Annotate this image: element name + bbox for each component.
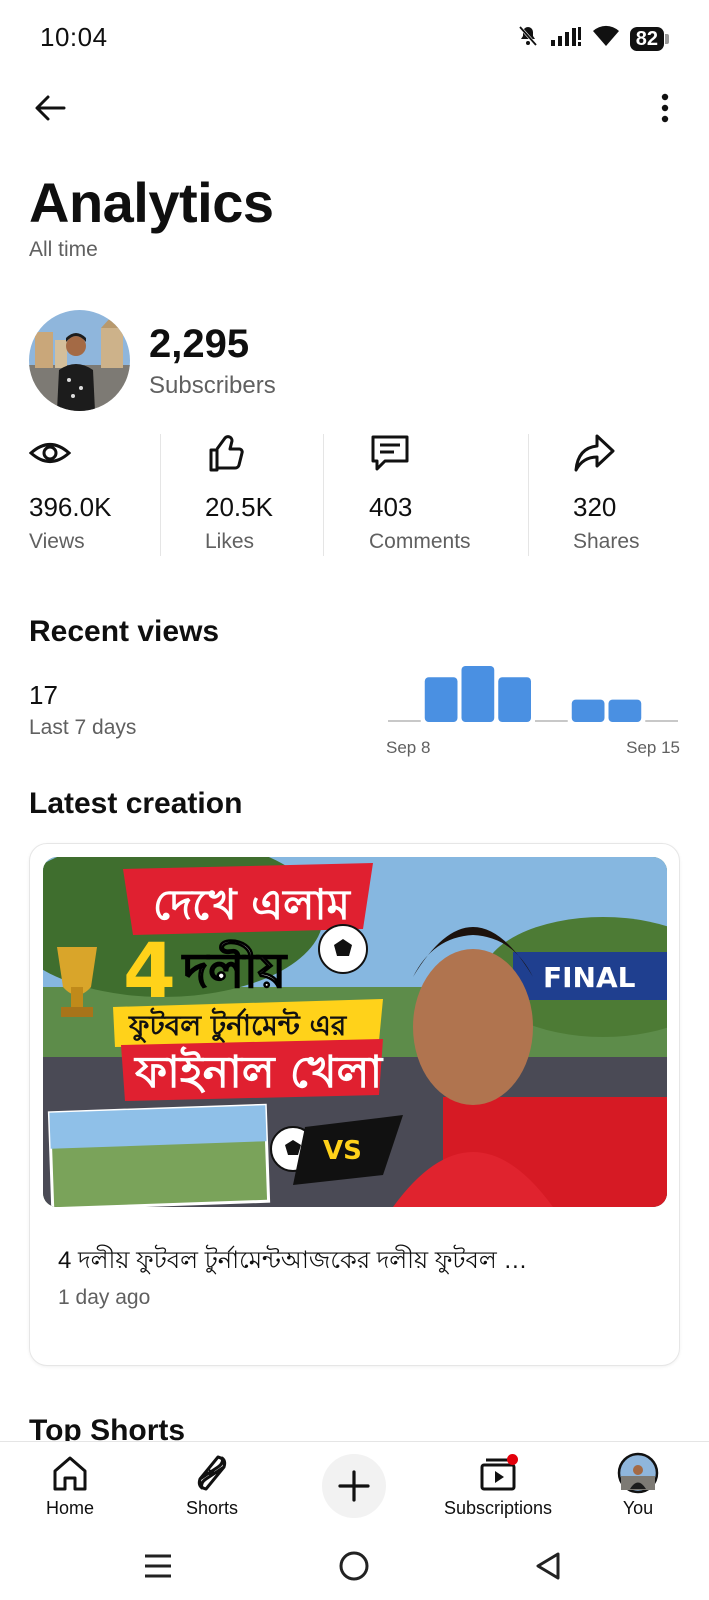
triangle-back-icon [536, 1552, 560, 1580]
more-vert-icon [661, 93, 669, 123]
profile-avatar-icon [617, 1452, 659, 1494]
chart-x-tick-end: Sep 15 [626, 738, 680, 757]
nav-shorts[interactable]: Shorts [166, 1442, 258, 1530]
recents-button[interactable] [134, 1542, 182, 1590]
thumb-final-banner: FINAL [543, 961, 636, 994]
back-system-button[interactable] [524, 1542, 572, 1590]
channel-avatar[interactable] [29, 310, 130, 411]
arrow-left-icon [35, 95, 66, 121]
battery-level: 82 [629, 26, 664, 51]
subscriber-label: Subscribers [149, 372, 276, 399]
chart-baseline-segment [388, 720, 421, 722]
thumb-line1: দেখে এলাম [153, 880, 352, 929]
video-thumbnail[interactable]: FINAL দেখে এলাম 4 দলীয় ফুটবল টুর্নামেন্… [43, 857, 667, 1207]
thumb-vs: VS [323, 1136, 362, 1166]
status-time: 10:04 [40, 22, 108, 52]
recent-views-title: Recent views [29, 615, 220, 648]
latest-video-card[interactable]: FINAL দেখে এলাম 4 দলীয় ফুটবল টুর্নামেন্… [29, 843, 680, 1366]
shorts-icon [197, 1455, 227, 1491]
chart-bar-sep-11 [498, 677, 531, 722]
stats-row: 396.0K Views 20.5K Likes 403 Comments 32… [0, 430, 709, 560]
thumb-line3: ফুটবল টুর্নামেন্ট এর [128, 1007, 348, 1043]
home-icon [53, 1456, 87, 1491]
back-button[interactable] [26, 84, 74, 132]
create-button[interactable] [322, 1454, 386, 1518]
status-icons: 82 [516, 24, 669, 53]
menu-lines-icon [145, 1554, 171, 1578]
circle-home-icon [339, 1551, 369, 1581]
nav-you[interactable]: You [592, 1442, 684, 1530]
nav-shorts-label: Shorts [185, 1498, 239, 1518]
share-icon [574, 434, 615, 472]
thumb-line4: ফাইনাল খেলা [133, 1046, 384, 1098]
thumbs-up-icon [209, 435, 244, 472]
bottom-navigation: Home Shorts Subscriptions You [0, 1441, 709, 1529]
chart-baseline-segment [535, 720, 568, 722]
divider [160, 434, 161, 556]
video-age: 1 day ago [58, 1286, 151, 1309]
chart-bar-sep-14 [608, 699, 642, 722]
subscriber-count: 2,295 [149, 322, 250, 366]
comments-value: 403 [369, 492, 413, 522]
battery-icon: 82 [629, 26, 669, 51]
plus-icon [338, 1470, 370, 1502]
signal-icon [550, 25, 582, 52]
period-label: All time [29, 238, 98, 261]
page-title: Analytics [29, 171, 274, 234]
recent-views-count: 17 [29, 680, 58, 710]
shares-label: Shares [573, 530, 640, 553]
recent-views-period: Last 7 days [29, 716, 137, 739]
comments-label: Comments [369, 530, 471, 553]
system-navigation-bar [0, 1530, 709, 1600]
wifi-icon [592, 25, 620, 52]
latest-creation-title: Latest creation [29, 787, 243, 820]
thumb-line2-num: 4 [123, 926, 176, 1015]
nav-home[interactable]: Home [24, 1442, 116, 1530]
chart-x-tick-start: Sep 8 [386, 738, 431, 757]
more-options-button[interactable] [641, 84, 689, 132]
divider [528, 434, 529, 556]
nav-subscriptions-label: Subscriptions [443, 1498, 553, 1518]
mute-bell-icon [516, 24, 540, 53]
status-bar: 10:04 82 [0, 0, 709, 76]
likes-value: 20.5K [205, 492, 273, 522]
comment-icon [371, 435, 409, 471]
chart-baseline-segment [645, 720, 678, 722]
home-system-button[interactable] [330, 1542, 378, 1590]
shares-value: 320 [573, 492, 617, 522]
views-value: 396.0K [29, 492, 112, 522]
nav-home-label: Home [45, 1498, 94, 1518]
nav-subscriptions[interactable]: Subscriptions [428, 1442, 568, 1530]
thumb-line2: দলীয় [181, 939, 288, 999]
chart-bar-sep-10 [461, 666, 495, 722]
notification-dot [507, 1454, 518, 1465]
chart-bar-sep-13 [571, 699, 605, 722]
views-label: Views [29, 530, 85, 553]
eye-icon [29, 443, 71, 463]
divider [323, 434, 324, 556]
chart-bar-sep-9 [424, 677, 458, 722]
likes-label: Likes [205, 530, 255, 553]
top-app-bar [0, 80, 709, 136]
video-title[interactable]: 4 দলীয় ফুটবল টুর্নামেন্টআজকের দলীয় ফুট… [58, 1242, 658, 1282]
channel-summary: 2,295 Subscribers [29, 310, 689, 412]
nav-you-label: You [622, 1498, 654, 1518]
